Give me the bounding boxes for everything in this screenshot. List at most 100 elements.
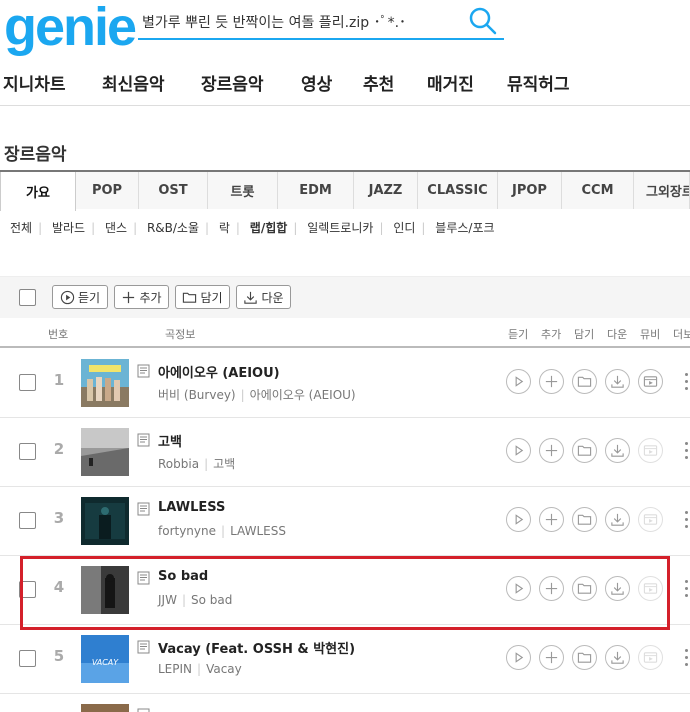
add-selected-button[interactable]: 추가 xyxy=(114,285,169,309)
save-button[interactable] xyxy=(572,369,597,394)
listen-selected-button[interactable]: 듣기 xyxy=(52,285,108,309)
tab-ccm[interactable]: CCM xyxy=(562,172,634,209)
artist-name[interactable]: LEPIN xyxy=(158,662,192,676)
play-button[interactable] xyxy=(506,438,531,463)
album-cover[interactable] xyxy=(81,566,129,614)
save-button[interactable] xyxy=(572,576,597,601)
add-button[interactable] xyxy=(539,645,564,670)
tab-pop[interactable]: POP xyxy=(76,172,139,209)
save-selected-button[interactable]: 담기 xyxy=(175,285,230,309)
search-icon[interactable] xyxy=(468,6,498,36)
subgenre-folk[interactable]: 블루스/포크 xyxy=(435,221,494,235)
genie-logo[interactable]: genie xyxy=(4,0,137,56)
tab-kpop[interactable]: 가요 xyxy=(0,172,76,211)
play-button[interactable] xyxy=(506,645,531,670)
album-name[interactable]: So bad xyxy=(191,593,232,607)
add-button[interactable] xyxy=(539,438,564,463)
nav-recommend[interactable]: 추천 xyxy=(363,70,394,95)
more-options-icon[interactable] xyxy=(684,580,690,600)
artist-name[interactable]: fortynyne xyxy=(158,524,216,538)
album-name[interactable]: Vacay xyxy=(206,662,242,676)
song-title[interactable]: So bad xyxy=(158,569,208,584)
save-button[interactable] xyxy=(572,507,597,532)
artist-name[interactable]: 버비 (Burvey) xyxy=(158,388,236,402)
download-button[interactable] xyxy=(605,438,630,463)
subgenre-hiphop[interactable]: 랩/힙합 xyxy=(250,221,288,235)
tab-etc[interactable]: 그외장르 xyxy=(634,172,690,209)
row-checkbox[interactable] xyxy=(19,374,36,391)
nav-video[interactable]: 영상 xyxy=(301,70,332,95)
artist-name[interactable]: JJW xyxy=(158,593,177,607)
album-cover[interactable] xyxy=(81,704,129,712)
lyrics-icon[interactable] xyxy=(137,433,151,447)
plus-icon xyxy=(545,513,558,526)
subgenre-ballad[interactable]: 발라드 xyxy=(52,221,85,235)
download-button[interactable] xyxy=(605,645,630,670)
album-name[interactable]: 아에이오우 (AEIOU) xyxy=(250,388,356,402)
row-checkbox[interactable] xyxy=(19,443,36,460)
row-checkbox[interactable] xyxy=(19,650,36,667)
more-options-icon[interactable] xyxy=(684,511,690,531)
tab-edm[interactable]: EDM xyxy=(278,172,354,209)
play-button[interactable] xyxy=(506,507,531,532)
more-options-icon[interactable] xyxy=(684,649,690,669)
music-video-button[interactable] xyxy=(638,369,663,394)
add-button[interactable] xyxy=(539,507,564,532)
tab-classic[interactable]: CLASSIC xyxy=(418,172,498,209)
nav-musichug[interactable]: 뮤직허그 xyxy=(507,70,570,95)
subgenre-indie[interactable]: 인디 xyxy=(393,221,415,235)
play-icon xyxy=(515,376,524,387)
tab-trot[interactable]: 트롯 xyxy=(208,172,278,209)
album-name[interactable]: 고백 xyxy=(213,457,235,471)
save-button[interactable] xyxy=(572,645,597,670)
subgenre-electronica[interactable]: 일렉트로니카 xyxy=(307,221,373,235)
nav-latest[interactable]: 최신음악 xyxy=(102,70,165,95)
subgenre-rnb[interactable]: R&B/소울 xyxy=(147,221,199,235)
search-input[interactable]: 별가루 뿌린 듯 반짝이는 여돌 플리.zip ･ﾟ*.･ xyxy=(142,12,406,32)
song-title[interactable]: LAWLESS xyxy=(158,500,225,515)
rank-number: 1 xyxy=(53,371,65,389)
play-button[interactable] xyxy=(506,369,531,394)
download-selected-button[interactable]: 다운 xyxy=(236,285,291,309)
album-cover[interactable]: VACAY xyxy=(81,635,129,683)
subgenre-dance[interactable]: 댄스 xyxy=(105,221,127,235)
download-icon xyxy=(244,291,258,304)
folder-icon xyxy=(577,445,592,456)
nav-magazine[interactable]: 매거진 xyxy=(427,70,474,95)
download-icon xyxy=(611,582,624,595)
lyrics-icon[interactable] xyxy=(137,708,151,712)
nav-chart[interactable]: 지니차트 xyxy=(3,70,66,95)
folder-icon xyxy=(577,652,592,663)
tab-jpop[interactable]: JPOP xyxy=(498,172,562,209)
lyrics-icon[interactable] xyxy=(137,502,151,516)
play-button[interactable] xyxy=(506,576,531,601)
tab-ost[interactable]: OST xyxy=(139,172,208,209)
search-bar[interactable]: 별가루 뿌린 듯 반짝이는 여돌 플리.zip ･ﾟ*.･ xyxy=(138,4,504,40)
artist-name[interactable]: Robbia xyxy=(158,457,199,471)
song-title[interactable]: 고백 xyxy=(158,431,182,450)
add-button[interactable] xyxy=(539,369,564,394)
subgenre-rock[interactable]: 락 xyxy=(219,221,230,235)
download-button[interactable] xyxy=(605,507,630,532)
add-button[interactable] xyxy=(539,576,564,601)
nav-genre[interactable]: 장르음악 xyxy=(201,70,264,95)
download-button[interactable] xyxy=(605,576,630,601)
row-checkbox[interactable] xyxy=(19,581,36,598)
row-checkbox[interactable] xyxy=(19,512,36,529)
subgenre-all[interactable]: 전체 xyxy=(10,221,32,235)
more-options-icon[interactable] xyxy=(684,442,690,462)
tab-jazz[interactable]: JAZZ xyxy=(354,172,418,209)
song-title[interactable]: Vacay (Feat. OSSH & 박현진) xyxy=(158,638,355,657)
song-title[interactable]: 아에이오우 (AEIOU) xyxy=(158,362,280,381)
lyrics-icon[interactable] xyxy=(137,640,151,654)
save-button[interactable] xyxy=(572,438,597,463)
more-options-icon[interactable] xyxy=(684,373,690,393)
download-button[interactable] xyxy=(605,369,630,394)
album-name[interactable]: LAWLESS xyxy=(230,524,286,538)
album-cover[interactable] xyxy=(81,497,129,545)
lyrics-icon[interactable] xyxy=(137,571,151,585)
select-all-checkbox[interactable] xyxy=(19,289,36,306)
lyrics-icon[interactable] xyxy=(137,364,151,378)
album-cover[interactable] xyxy=(81,428,129,476)
album-cover[interactable] xyxy=(81,359,129,407)
